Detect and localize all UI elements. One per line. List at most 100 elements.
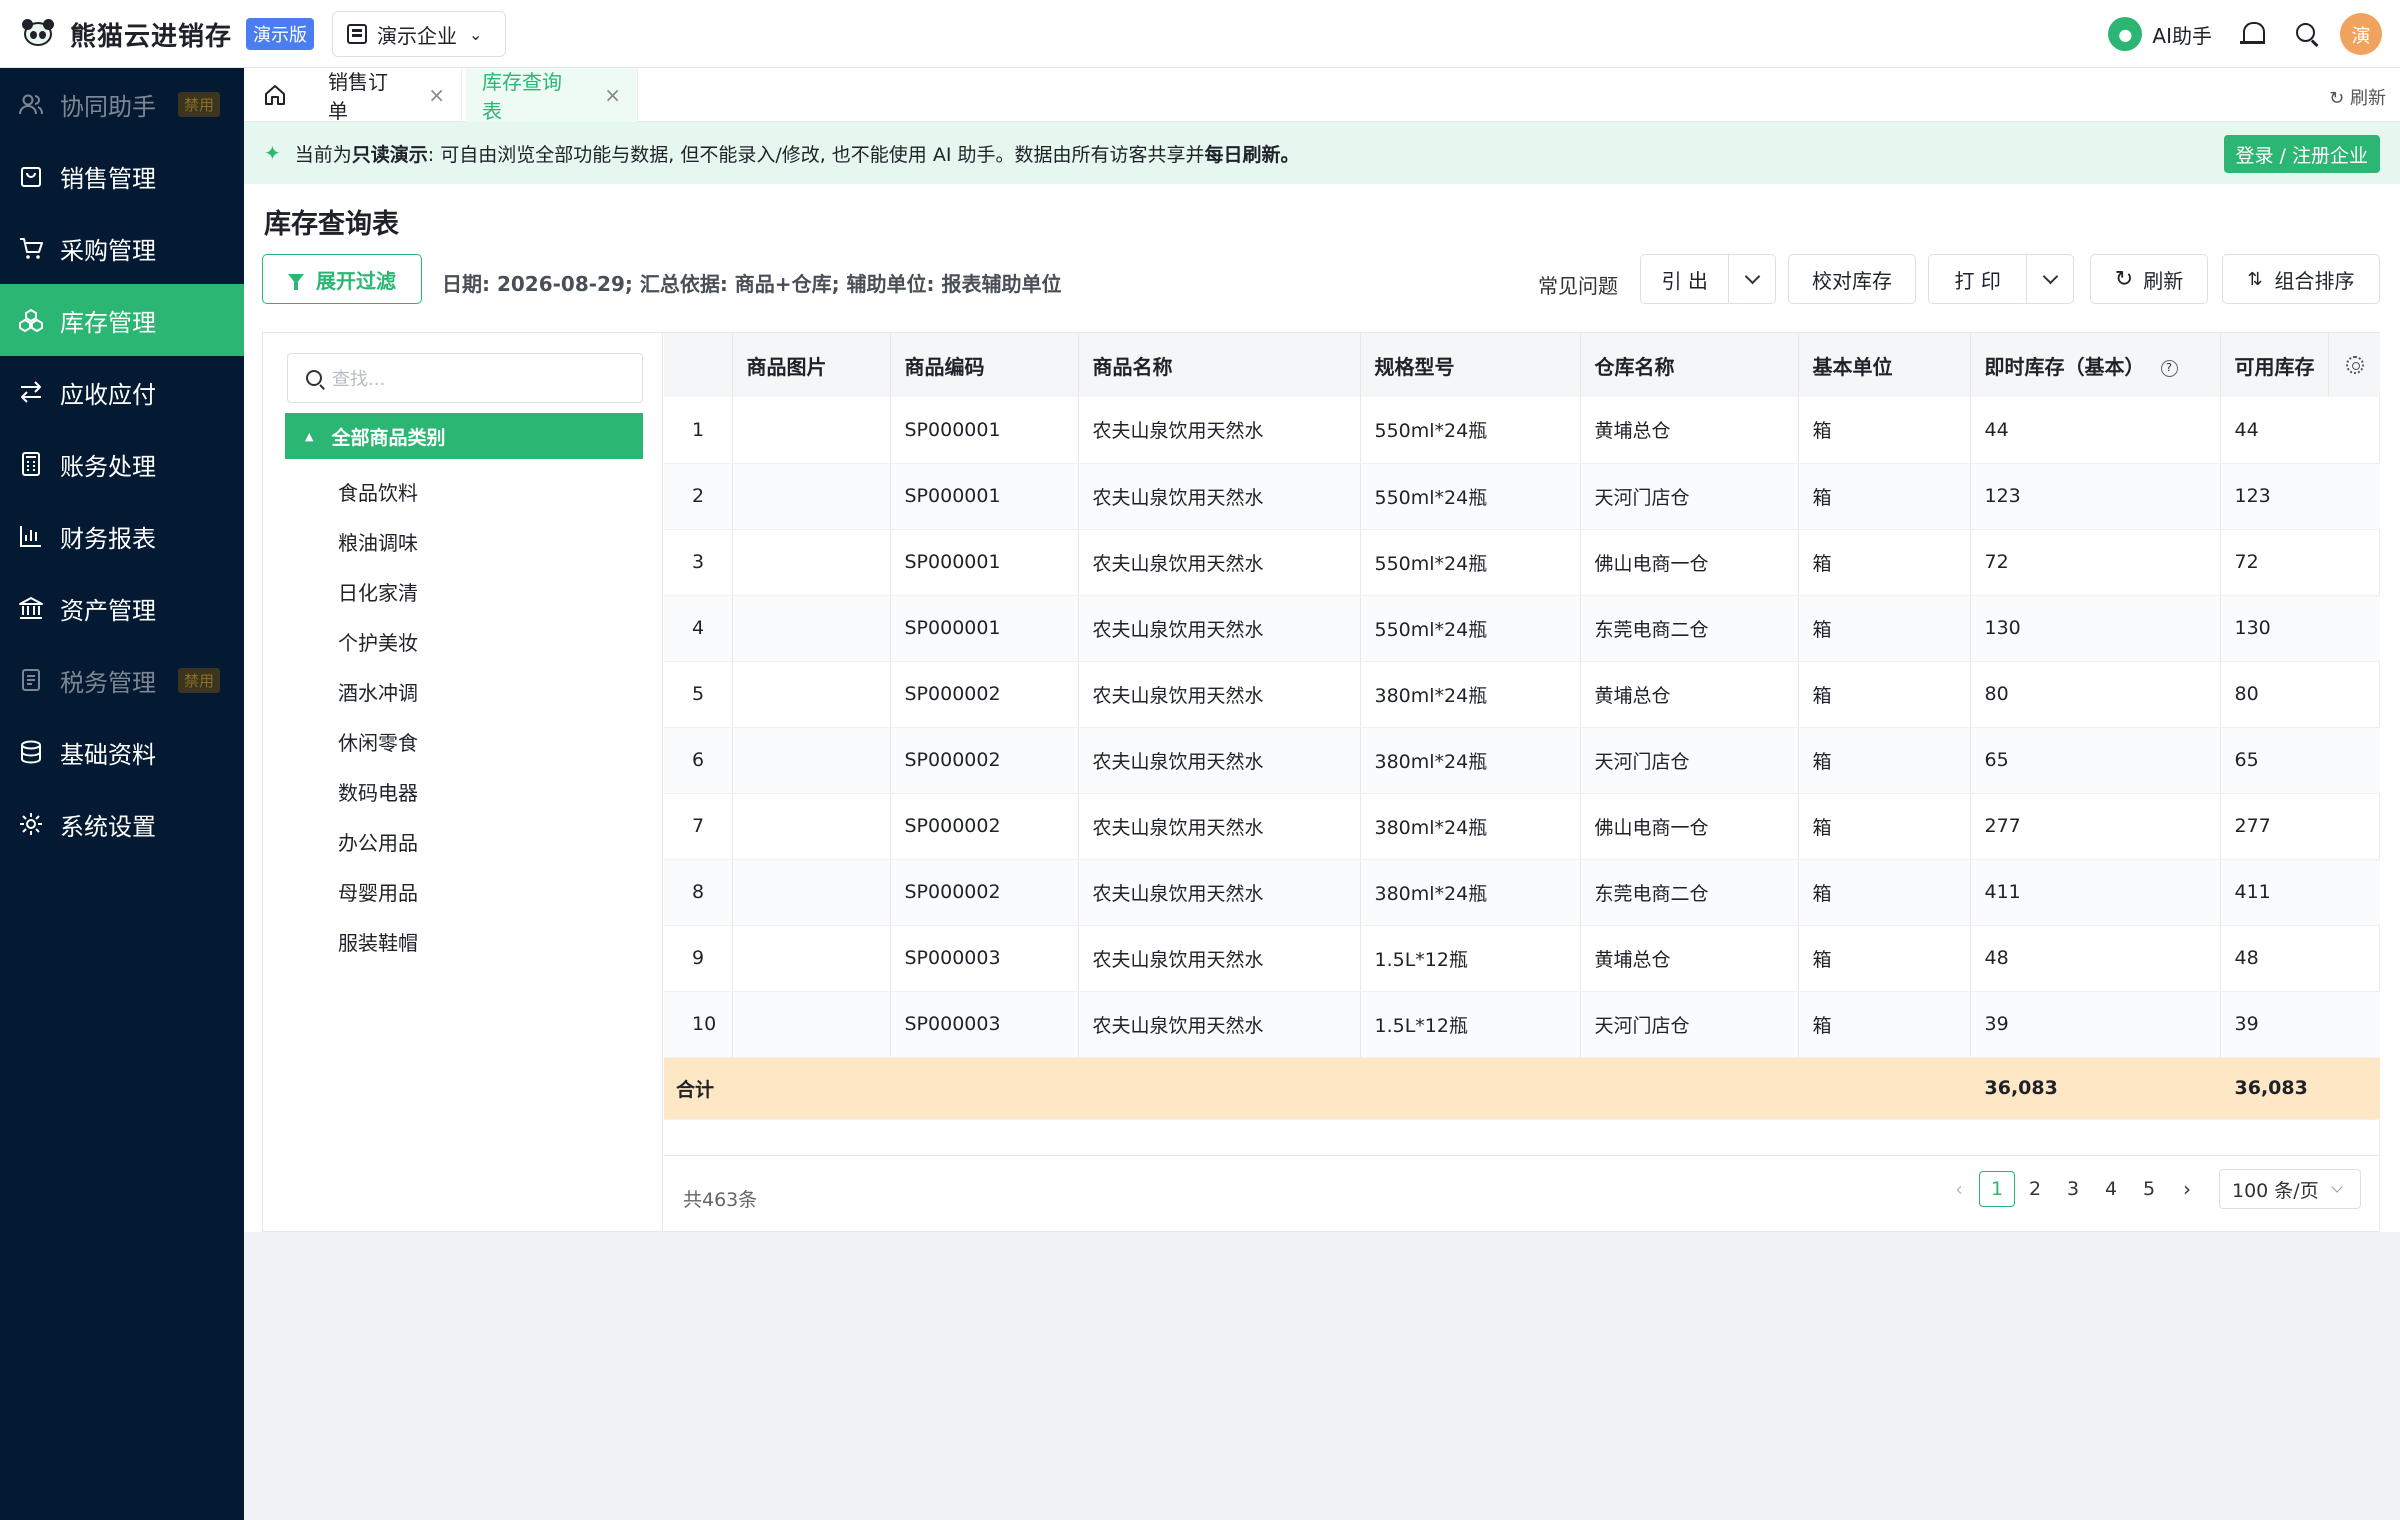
table-row[interactable]: 5 SP000002 农夫山泉饮用天然水 380ml*24瓶 黄埔总仓箱 80 80 [664,661,2380,728]
table-row[interactable]: 2 SP000001 农夫山泉饮用天然水 550ml*24瓶 天河门店仓箱 123 123 [664,463,2380,530]
column-header-label: 规格型号 [1374,354,1455,379]
search-icon[interactable] [2294,21,2320,47]
tree-item[interactable]: 日化家清 [338,577,418,606]
sidebar-item-2[interactable]: 采购管理 [0,212,244,284]
table-cell: 130 [1970,595,2221,662]
table-header-row: 商品图片 商品编码 商品名称 规格型号 仓库名称 基本单位 即时库存（基本）? 可用库存 [664,333,2380,397]
brand[interactable]: 熊猫云进销存 演示版 [18,14,315,54]
tree-item[interactable]: 服装鞋帽 [338,927,418,956]
tree-root-item[interactable]: ▲ 全部商品类别 [285,413,643,459]
export-dropdown[interactable] [1729,255,1775,303]
help-icon[interactable]: ? [2160,359,2178,377]
table-row[interactable]: 6 SP000002 农夫山泉饮用天然水 380ml*24瓶 天河门店仓箱 65 65 [664,727,2380,794]
tree-item[interactable]: 个护美妆 [338,627,418,656]
page-button[interactable]: 4 [2093,1171,2129,1207]
table-cell: 72 [1970,529,2221,596]
close-icon[interactable]: × [428,83,445,107]
export-button[interactable]: 引 出 [1641,255,1728,303]
panda-logo-icon [18,14,58,54]
page-size-select[interactable]: 100 条/页 [2219,1169,2361,1209]
tree-item[interactable]: 酒水冲调 [338,677,418,706]
sidebar-item-8[interactable]: 税务管理 禁用 [0,644,244,716]
column-header-label: 商品图片 [746,354,827,379]
table-row[interactable]: 10 SP000003 农夫山泉饮用天然水 1.5L*12瓶 天河门店仓箱 39 39 [664,991,2380,1058]
table-row[interactable]: 7 SP000002 农夫山泉饮用天然水 380ml*24瓶 佛山电商一仓箱 277 277 [664,793,2380,860]
tabs-refresh-button[interactable]: ↻ 刷新 [2329,84,2386,110]
table-cell: 东莞电商二仓 [1580,859,1799,926]
close-icon[interactable]: × [604,83,621,107]
sidebar-item-10[interactable]: 系统设置 [0,788,244,860]
faq-link[interactable]: 常见问题 [1538,270,1618,299]
query-summary: 日期: 2026-08-29; 汇总依据: 商品+仓库; 辅助单位: 报表辅助单… [442,272,1062,296]
table-cell: 箱 [1798,529,1971,596]
print-button[interactable]: 打 印 [1929,255,2026,303]
page-size-value: 100 条/页 [2232,1179,2319,1202]
column-header[interactable]: 基本单位 [1798,333,1971,397]
login-register-button[interactable]: 登录 / 注册企业 [2223,135,2380,173]
sidebar-item-9[interactable]: 基础资料 [0,716,244,788]
table-cell: 44 [2220,397,2380,464]
expand-filter-button[interactable]: 展开过滤 [262,254,422,304]
banner-mode: 只读演示 [351,143,428,166]
tree-item[interactable]: 办公用品 [338,827,418,856]
table-cell: 箱 [1798,463,1971,530]
shopping-bag-icon [18,163,44,189]
table-row[interactable]: 9 SP000003 农夫山泉饮用天然水 1.5L*12瓶 黄埔总仓箱 48 48 [664,925,2380,992]
next-page-icon[interactable]: › [2169,1171,2205,1207]
column-header[interactable]: 仓库名称 [1580,333,1799,397]
check-stock-button[interactable]: 校对库存 [1788,254,1916,304]
column-header[interactable]: 商品图片 [732,333,891,397]
avatar[interactable]: 演 [2340,13,2382,55]
combined-sort-button[interactable]: ⇅ 组合排序 [2222,254,2380,304]
sidebar-item-0[interactable]: 协同助手 禁用 [0,68,244,140]
tree-item[interactable]: 食品饮料 [338,477,418,506]
table-row[interactable]: 8 SP000002 农夫山泉饮用天然水 380ml*24瓶 东莞电商二仓箱 411 411 [664,859,2380,926]
column-header-label: 即时库存（基本） [1984,354,2145,379]
ai-assistant-button[interactable]: ● AI助手 [2108,17,2212,51]
refresh-button[interactable]: ↻ 刷新 [2090,254,2208,304]
empty-area [244,1232,2400,1520]
product-image-cell [732,529,891,596]
sidebar-item-5[interactable]: 账务处理 [0,428,244,500]
sidebar-item-7[interactable]: 资产管理 [0,572,244,644]
tree-item[interactable]: 休闲零食 [338,727,418,756]
tree-item[interactable]: 粮油调味 [338,527,418,556]
table-row[interactable]: 1 SP000001 农夫山泉饮用天然水 550ml*24瓶 黄埔总仓箱 44 44 [664,397,2380,464]
table-row[interactable]: 3 SP000001 农夫山泉饮用天然水 550ml*24瓶 佛山电商一仓箱 72 72 [664,529,2380,596]
sidebar-item-6[interactable]: 财务报表 [0,500,244,572]
table-row[interactable]: 4 SP000001 农夫山泉饮用天然水 550ml*24瓶 东莞电商二仓箱 130 130 [664,595,2380,662]
sidebar-item-3[interactable]: 库存管理 [0,284,244,356]
table-cell: SP000001 [890,463,1079,530]
page-button[interactable]: 5 [2131,1171,2167,1207]
page-button[interactable]: 2 [2017,1171,2053,1207]
column-header[interactable]: 商品名称 [1078,333,1361,397]
total-count: 共463条 [683,1189,758,1211]
column-settings-button[interactable] [2328,333,2380,397]
ai-assistant-label: AI助手 [2152,23,2212,48]
column-header[interactable] [664,333,733,397]
column-header[interactable]: 商品编码 [890,333,1079,397]
column-header[interactable]: 即时库存（基本）? [1970,333,2221,397]
sidebar-item-label: 资产管理 [60,596,156,625]
sparkle-icon: ✦ [264,141,281,165]
page-button[interactable]: 3 [2055,1171,2091,1207]
column-header[interactable]: 规格型号 [1360,333,1581,397]
company-select[interactable]: 演示企业 ⌄ [332,11,506,57]
bell-icon[interactable] [2238,19,2266,49]
tree-item[interactable]: 母婴用品 [338,877,418,906]
sidebar-item-1[interactable]: 销售管理 [0,140,244,212]
total-label: 合计 [664,1057,733,1120]
refresh-icon: ↻ [2114,266,2134,292]
tree-item[interactable]: 数码电器 [338,777,418,806]
page-button[interactable]: 1 [1979,1171,2015,1207]
prev-page-icon[interactable]: ‹ [1941,1171,1977,1207]
sidebar-item-label: 销售管理 [60,164,156,193]
tree-search-input[interactable]: 查找... [287,353,643,403]
tab-sales-order[interactable]: 销售订单 × [312,68,462,123]
sidebar: 协同助手 禁用销售管理采购管理 库存管理 应收应付 账务处理 财务报表资产管理税务管理 禁用… [0,68,244,1520]
print-dropdown[interactable] [2027,255,2073,303]
transfer-icon [18,379,44,405]
home-tab[interactable] [254,76,296,114]
sidebar-item-4[interactable]: 应收应付 [0,356,244,428]
tab-inventory-query[interactable]: 库存查询表 × [466,68,638,123]
